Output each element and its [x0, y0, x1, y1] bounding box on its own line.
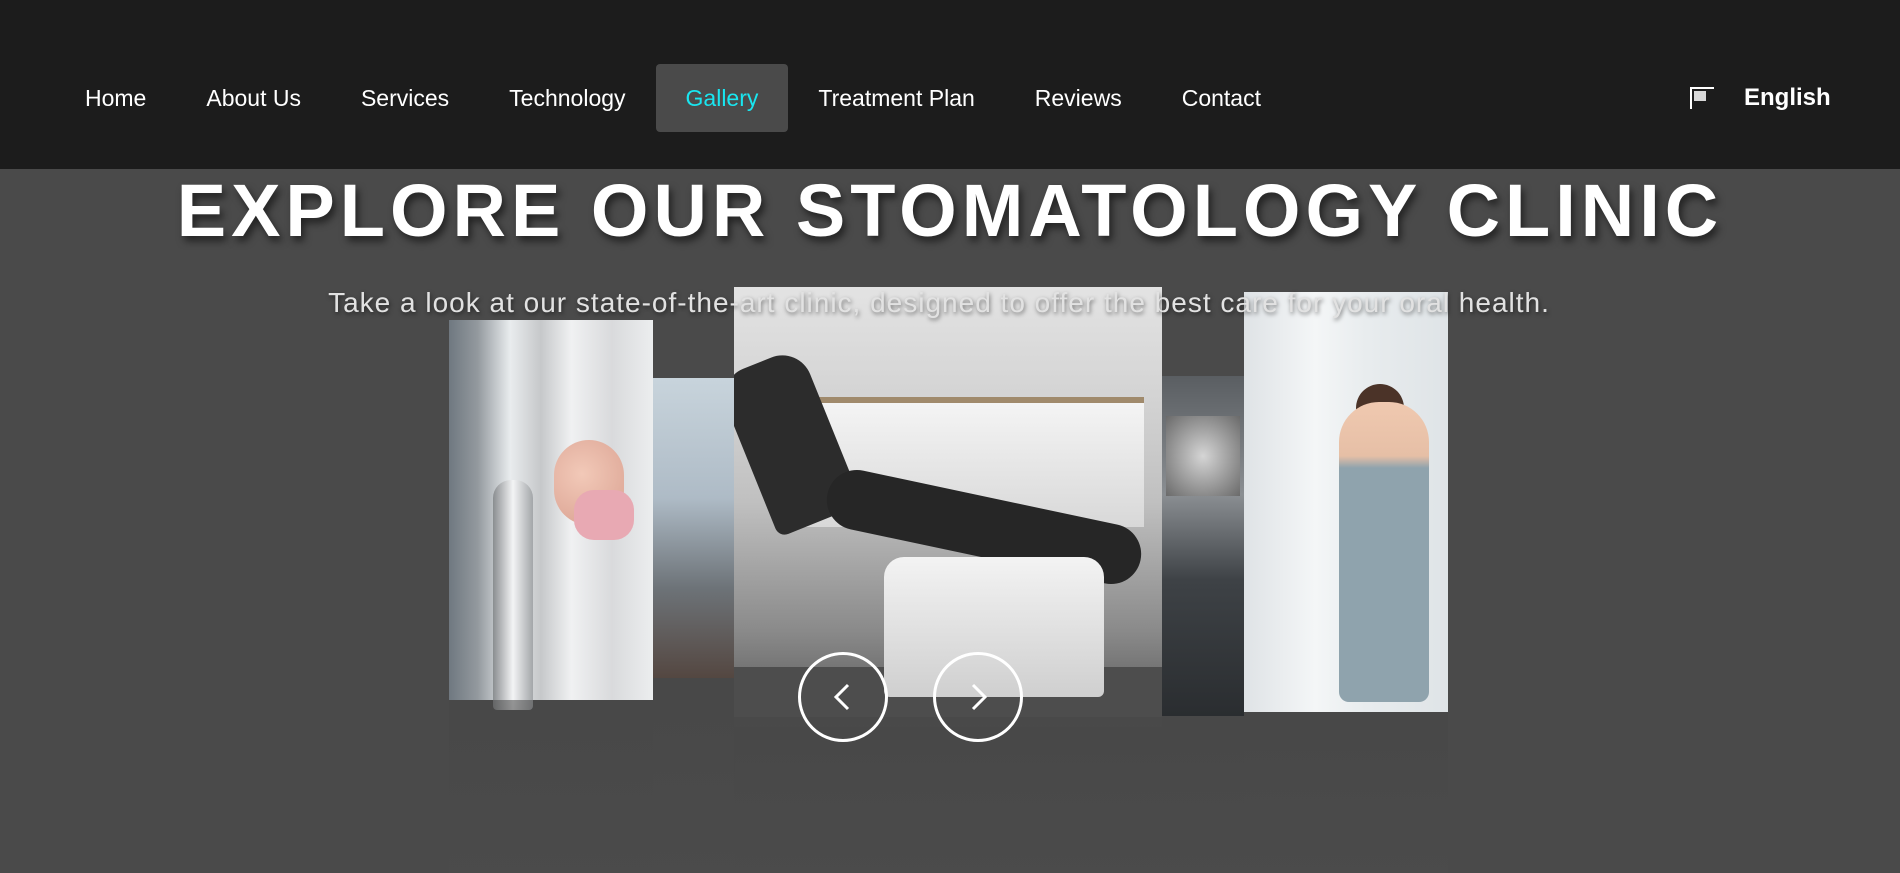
nav-item-about-us[interactable]: About Us — [176, 64, 331, 132]
chevron-left-icon — [833, 683, 850, 711]
flag-icon — [1690, 87, 1714, 109]
nav-item-home[interactable]: Home — [55, 64, 176, 132]
nav-item-technology[interactable]: Technology — [479, 64, 655, 132]
xray-monitor-photo — [1162, 376, 1244, 716]
dental-chair-photo — [734, 287, 1162, 727]
carousel-prev-button[interactable] — [798, 652, 888, 742]
page-subtitle: Take a look at our state-of-the-art clin… — [328, 287, 1550, 318]
nav-item-reviews[interactable]: Reviews — [1005, 64, 1152, 132]
slide-dental-equipment-child[interactable] — [449, 320, 653, 873]
dental-light-photo — [653, 378, 735, 678]
nav-item-contact[interactable]: Contact — [1152, 64, 1291, 132]
slide-dental-chair[interactable] — [734, 287, 1162, 873]
slide-reflection — [449, 700, 653, 873]
language-selector[interactable]: English — [1690, 84, 1831, 112]
slide-xray-monitor[interactable] — [1162, 376, 1244, 873]
slide-reflection — [1162, 716, 1244, 873]
chevron-right-icon — [971, 683, 988, 711]
dental-equipment-child-photo — [449, 320, 653, 710]
carousel-next-button[interactable] — [933, 652, 1023, 742]
nav-item-services[interactable]: Services — [331, 64, 479, 132]
page-title: EXPLORE OUR STOMATOLOGY CLINIC — [176, 169, 1724, 252]
slide-reflection — [1244, 712, 1448, 873]
navbar: Home About Us Services Technology Galler… — [0, 0, 1900, 169]
slide-reflection — [653, 678, 735, 873]
nav-item-gallery[interactable]: Gallery — [655, 64, 789, 132]
nav-item-treatment-plan[interactable]: Treatment Plan — [788, 64, 1004, 132]
language-label: English — [1744, 84, 1831, 111]
slide-dental-light[interactable] — [653, 378, 735, 873]
dentist-holding-model-photo — [1244, 292, 1448, 712]
nav-menu: Home About Us Services Technology Galler… — [55, 64, 1291, 132]
slide-reflection — [734, 717, 1162, 873]
slide-dentist-holding-model[interactable] — [1244, 292, 1448, 873]
